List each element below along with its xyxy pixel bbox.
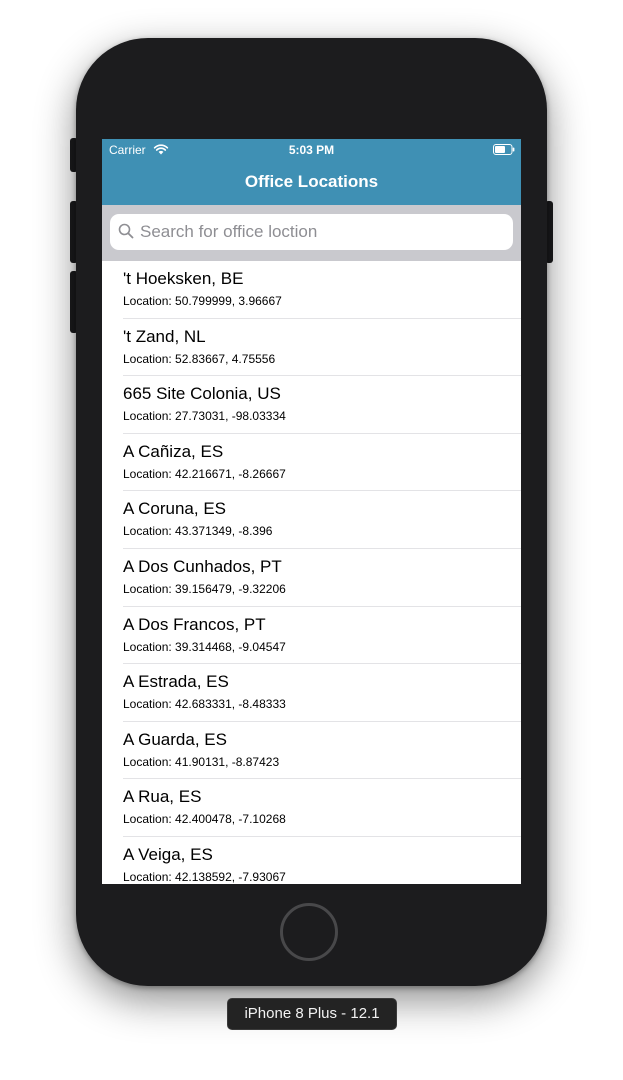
- location-coordinates: Location: 42.138592, -7.93067: [123, 869, 286, 884]
- list-item[interactable]: A Cañiza, ES Location: 42.216671, -8.2666…: [123, 434, 521, 492]
- status-bar: Carrier 5:03 PM: [102, 139, 521, 161]
- list-item[interactable]: 't Hoeksken, BE Location: 50.799999, 3.96…: [123, 261, 521, 319]
- battery-icon: [493, 144, 515, 155]
- search-field[interactable]: [110, 214, 513, 250]
- list-item[interactable]: A Rua, ES Location: 42.400478, -7.10268: [123, 779, 521, 837]
- location-name: A Rua, ES: [123, 787, 202, 807]
- location-coordinates: Location: 27.73031, -98.03334: [123, 409, 286, 424]
- location-name: A Veiga, ES: [123, 844, 213, 864]
- location-name: A Cañiza, ES: [123, 441, 224, 461]
- location-coordinates: Location: 39.156479, -9.32206: [123, 581, 286, 596]
- location-coordinates: Location: 43.371349, -8.396: [123, 524, 273, 539]
- location-name: 't Hoeksken, BE: [123, 269, 244, 288]
- page-title: Office Locations: [244, 172, 379, 191]
- location-coordinates: Location: 42.683331, -8.48333: [123, 697, 286, 712]
- location-coordinates: Location: 50.799999, 3.96667: [123, 294, 282, 308]
- list-item[interactable]: A Veiga, ES Location: 42.138592, -7.93067: [123, 837, 521, 884]
- search-icon: [118, 223, 134, 239]
- device-label: iPhone 8 Plus - 12.1: [227, 998, 397, 1030]
- list-item[interactable]: 't Zand, NL Location: 52.83667, 4.75556: [123, 319, 521, 377]
- navigation-bar: Office Locations: [102, 161, 521, 205]
- location-coordinates: Location: 52.83667, 4.75556: [123, 351, 276, 366]
- list-item[interactable]: 665 Site Colonia, US Location: 27.73031, …: [123, 376, 521, 434]
- status-time: 5:03 PM: [288, 143, 335, 157]
- list-item[interactable]: A Estrada, ES Location: 42.683331, -8.483…: [123, 664, 521, 722]
- simulator-stage: Carrier 5:03 PM Office Locations Search …: [0, 0, 623, 1080]
- location-name: A Guarda, ES: [123, 729, 227, 749]
- home-button[interactable]: [280, 903, 338, 961]
- location-coordinates: Location: 42.400478, -7.10268: [123, 812, 286, 827]
- search-bar: [102, 205, 521, 261]
- list-item[interactable]: A Dos Francos, PT Location: 39.314468, -9…: [123, 607, 521, 665]
- location-coordinates: Location: 42.216671, -8.26667: [123, 466, 286, 481]
- list-item[interactable]: A Guarda, ES Location: 41.90131, -8.87423: [123, 722, 521, 780]
- location-name: A Estrada, ES: [123, 672, 229, 692]
- location-coordinates: Location: 39.314468, -9.04547: [123, 639, 286, 654]
- search-input[interactable]: [140, 214, 500, 250]
- location-name: A Coruna, ES: [123, 499, 227, 519]
- location-name: 't Zand, NL: [123, 326, 206, 346]
- list-item[interactable]: A Dos Cunhados, PT Location: 39.156479, -…: [123, 549, 521, 607]
- location-name: A Dos Francos, PT: [123, 614, 266, 634]
- location-coordinates: Location: 41.90131, -8.87423: [123, 754, 280, 769]
- locations-list[interactable]: 't Hoeksken, BE Location: 50.799999, 3.96…: [102, 261, 521, 884]
- location-name: 665 Site Colonia, US: [123, 384, 281, 404]
- location-name: A Dos Cunhados, PT: [123, 556, 282, 576]
- app-screen: Carrier 5:03 PM Office Locations Search …: [102, 139, 521, 884]
- list-item[interactable]: A Coruna, ES Location: 43.371349, -8.396: [123, 491, 521, 549]
